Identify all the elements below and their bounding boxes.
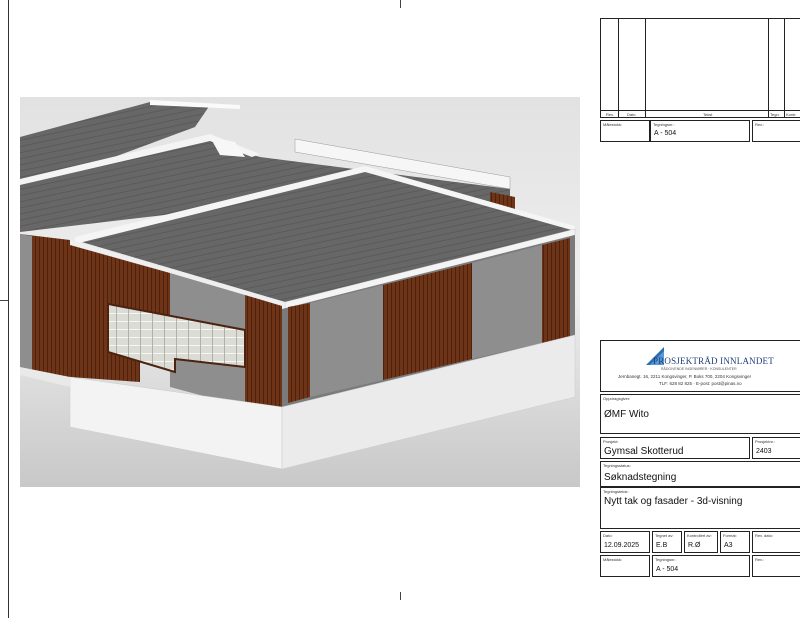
revision-table (600, 18, 800, 118)
prosjekt-value: Gymsal Skotterud (604, 446, 684, 457)
company-logo-block: PROSJEKTRÅD INNLANDET RÅDGIVENDE INGENIØ… (600, 340, 800, 392)
prosjektnr-value: 2403 (756, 448, 772, 455)
company-name: PROSJEKTRÅD INNLANDET (653, 356, 774, 366)
kontrollert-av-value: R.Ø (688, 542, 701, 549)
building-3d-render (20, 97, 580, 487)
rev-bottom-field: Rev.: (752, 555, 800, 577)
dato-field: Dato: 12.09.2025 (600, 531, 650, 553)
company-tagline: RÅDGIVENDE INGENIØRER · KONSULENTER (661, 367, 737, 371)
tegningsnr-top-field: Tegningsnr.: A - 504 (650, 120, 750, 142)
prosjektnr-field: Prosjektnr.: 2403 (752, 437, 800, 459)
rev-header: Rev. (606, 112, 614, 117)
maalestokk-top-field: Målestokk: (600, 120, 650, 142)
tegnet-av-value: E.B (656, 542, 668, 549)
frame-tick-left (0, 300, 8, 301)
tekst-header: Tekst (703, 112, 713, 117)
rev-top-field: Rev.: (752, 120, 800, 142)
rev-dato-field: Rev. dato: (752, 531, 800, 553)
dato-value: 12.09.2025 (604, 542, 640, 549)
kontrollert-av-field: Kontrollert av: R.Ø (684, 531, 718, 553)
tegningsnr-bottom-value: A - 504 (656, 566, 679, 573)
tegningstekst-field: Tegningstekst: Nytt tak og fasader - 3d-… (600, 487, 800, 529)
format-value: A3 (724, 542, 733, 549)
tegningsstatus-field: Tegningsstatus: Søknadstegning (600, 461, 800, 487)
tegningsnr-bottom-field: Tegningsnr.: A - 504 (652, 555, 750, 577)
tegn-header: Tegn. (770, 112, 780, 117)
oppdragsgiver-field: Oppdragsgiver: ØMF Wito (600, 394, 800, 434)
company-contact: TLF: 628 82 825 · E-post: post@pinas.no (659, 381, 742, 386)
prosjekt-field: Prosjekt: Gymsal Skotterud (600, 437, 750, 459)
tegningsstatus-value: Søknadstegning (604, 472, 677, 483)
format-field: Format: A3 (720, 531, 750, 553)
tegningstekst-value: Nytt tak og fasader - 3d-visning (604, 496, 743, 507)
oppdragsgiver-value: ØMF Wito (604, 409, 649, 420)
frame-tick-top (400, 0, 401, 8)
company-address: Jernbanegt. 16, 2211 Kongsvinger, P. Bok… (618, 374, 752, 379)
frame-tick-bottom (400, 592, 401, 600)
tegnet-av-field: Tegnet av: E.B (652, 531, 682, 553)
maalestokk-bottom-field: Målestokk: (600, 555, 650, 577)
kontr-header: Kontr. (786, 112, 797, 117)
dato-header: Dato (627, 112, 636, 117)
